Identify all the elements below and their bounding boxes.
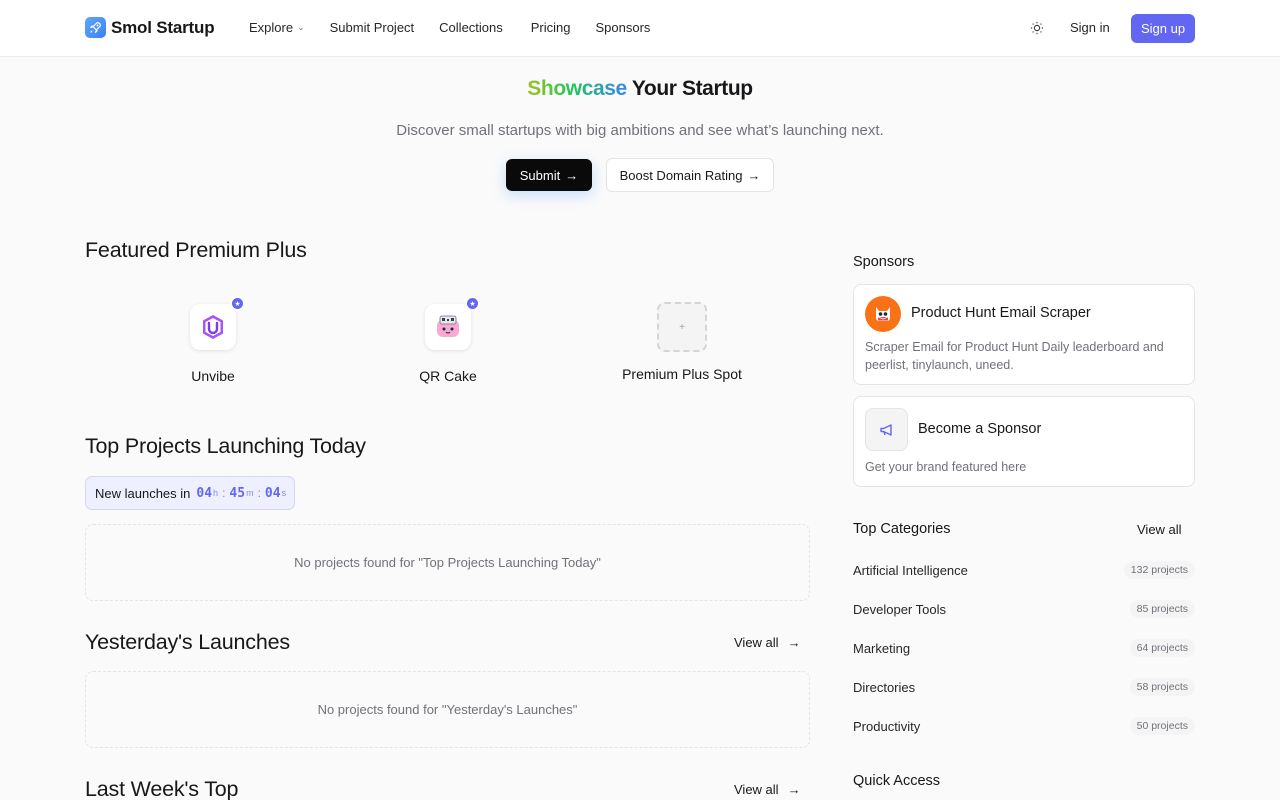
today-section-title: Top Projects Launching Today: [85, 434, 366, 458]
category-row[interactable]: Directories 58 projects: [853, 677, 1195, 697]
brand-logo[interactable]: Smol Startup: [85, 17, 215, 38]
countdown-label: New launches in: [95, 485, 191, 501]
sign-up-button[interactable]: Sign up: [1131, 14, 1195, 43]
premium-item-spot[interactable]: + Premium Plus Spot: [612, 302, 752, 382]
brand-name: Smol Startup: [111, 17, 215, 37]
sign-in-link[interactable]: Sign in: [1070, 20, 1110, 35]
featured-section-title: Featured Premium Plus: [85, 238, 307, 262]
theme-toggle-sun-icon[interactable]: [1027, 18, 1047, 38]
unvibe-logo-icon: ★: [190, 296, 245, 350]
submit-button[interactable]: Submit →: [506, 159, 592, 191]
categories-view-all-link[interactable]: View all: [1137, 522, 1182, 537]
view-all-label: View all: [734, 782, 779, 797]
category-row[interactable]: Marketing 64 projects: [853, 638, 1195, 658]
cat-mascot-icon: [865, 296, 901, 332]
last-week-view-all-link[interactable]: View all →: [734, 782, 801, 797]
category-row[interactable]: Productivity 50 projects: [853, 716, 1195, 736]
category-row[interactable]: Developer Tools 85 projects: [853, 599, 1195, 619]
view-all-label: View all: [734, 635, 779, 650]
premium-star-icon: ★: [465, 296, 480, 311]
chevron-down-icon: ⌄: [297, 22, 305, 32]
hero-subtitle: Discover small startups with big ambitio…: [396, 122, 884, 139]
yesterday-empty-state: No projects found for "Yesterday's Launc…: [85, 671, 810, 748]
boost-button-label: Boost Domain Rating: [619, 167, 743, 183]
countdown-minutes: 45: [229, 485, 246, 501]
sponsor-name: Become a Sponsor: [918, 421, 1042, 437]
sponsors-title: Sponsors: [853, 254, 915, 270]
countdown-hours-unit: h: [213, 488, 219, 498]
sponsor-description: Scraper Email for Product Hunt Daily lea…: [865, 340, 1164, 372]
hero-title: Showcase Your Startup: [0, 77, 1280, 101]
countdown-minutes-unit: m: [246, 488, 254, 498]
arrow-right-icon: →: [787, 635, 801, 650]
hero-title-rest: Your Startup: [626, 77, 753, 100]
category-row[interactable]: Artificial Intelligence 132 projects: [853, 560, 1195, 580]
category-count-badge: 64 projects: [1129, 639, 1195, 657]
category-name: Developer Tools: [853, 601, 946, 617]
premium-item-name: Unvibe: [191, 368, 235, 384]
arrow-right-icon: →: [747, 167, 761, 183]
arrow-right-icon: →: [787, 782, 801, 797]
countdown-separator: :: [257, 486, 261, 500]
hero-title-highlight: Showcase: [527, 77, 627, 100]
become-sponsor-card[interactable]: Become a Sponsor Get your brand featured…: [853, 396, 1195, 487]
nav-explore[interactable]: Explore ⌄: [249, 20, 305, 35]
category-count-badge: 50 projects: [1129, 717, 1195, 735]
qr-cake-logo-icon: ★: [425, 296, 480, 350]
top-categories-title: Top Categories: [853, 521, 951, 537]
countdown-seconds-unit: s: [281, 488, 287, 498]
category-name: Artificial Intelligence: [853, 562, 968, 578]
premium-item-name: Premium Plus Spot: [622, 366, 742, 382]
quick-access-title: Quick Access: [853, 773, 941, 789]
category-count-badge: 58 projects: [1129, 678, 1195, 696]
rocket-icon: [85, 17, 106, 38]
nav-sponsors[interactable]: Sponsors: [596, 20, 651, 35]
yesterday-view-all-link[interactable]: View all →: [734, 635, 801, 650]
premium-item-name: QR Cake: [419, 368, 477, 384]
launch-countdown: New launches in 04 h : 45 m : 04 s: [85, 476, 295, 510]
plus-icon: +: [657, 302, 707, 352]
countdown-separator: :: [222, 486, 226, 500]
megaphone-icon: [865, 408, 908, 451]
category-name: Directories: [853, 679, 916, 695]
premium-star-icon: ★: [230, 296, 245, 311]
today-empty-state: No projects found for "Top Projects Laun…: [85, 524, 810, 601]
nav-explore-label: Explore: [249, 20, 294, 35]
category-name: Productivity: [853, 718, 921, 734]
premium-item-unvibe[interactable]: ★ Unvibe: [143, 296, 283, 384]
yesterday-section-title: Yesterday's Launches: [85, 630, 290, 654]
sponsor-name: Product Hunt Email Scraper: [911, 305, 1091, 321]
countdown-hours: 04: [196, 485, 213, 501]
arrow-right-icon: →: [565, 167, 579, 183]
site-header: Smol Startup Explore ⌄ Submit Project Co…: [0, 0, 1280, 57]
category-count-badge: 132 projects: [1123, 561, 1195, 579]
category-name: Marketing: [853, 640, 911, 656]
nav-collections[interactable]: Collections: [439, 20, 503, 35]
premium-item-qr-cake[interactable]: ★ QR Cake: [378, 296, 518, 384]
sponsor-description: Get your brand featured here: [865, 460, 1027, 474]
countdown-seconds: 04: [264, 485, 281, 501]
submit-button-label: Submit: [519, 167, 561, 183]
category-count-badge: 85 projects: [1129, 600, 1195, 618]
nav-pricing[interactable]: Pricing: [531, 20, 571, 35]
last-week-section-title: Last Week's Top: [85, 777, 239, 800]
main-nav: Explore ⌄ Submit Project Collections Pri…: [249, 20, 675, 35]
nav-submit-project[interactable]: Submit Project: [330, 20, 415, 35]
sponsor-card-email-scraper[interactable]: Product Hunt Email Scraper Scraper Email…: [853, 284, 1195, 385]
boost-domain-rating-button[interactable]: Boost Domain Rating →: [606, 158, 774, 192]
